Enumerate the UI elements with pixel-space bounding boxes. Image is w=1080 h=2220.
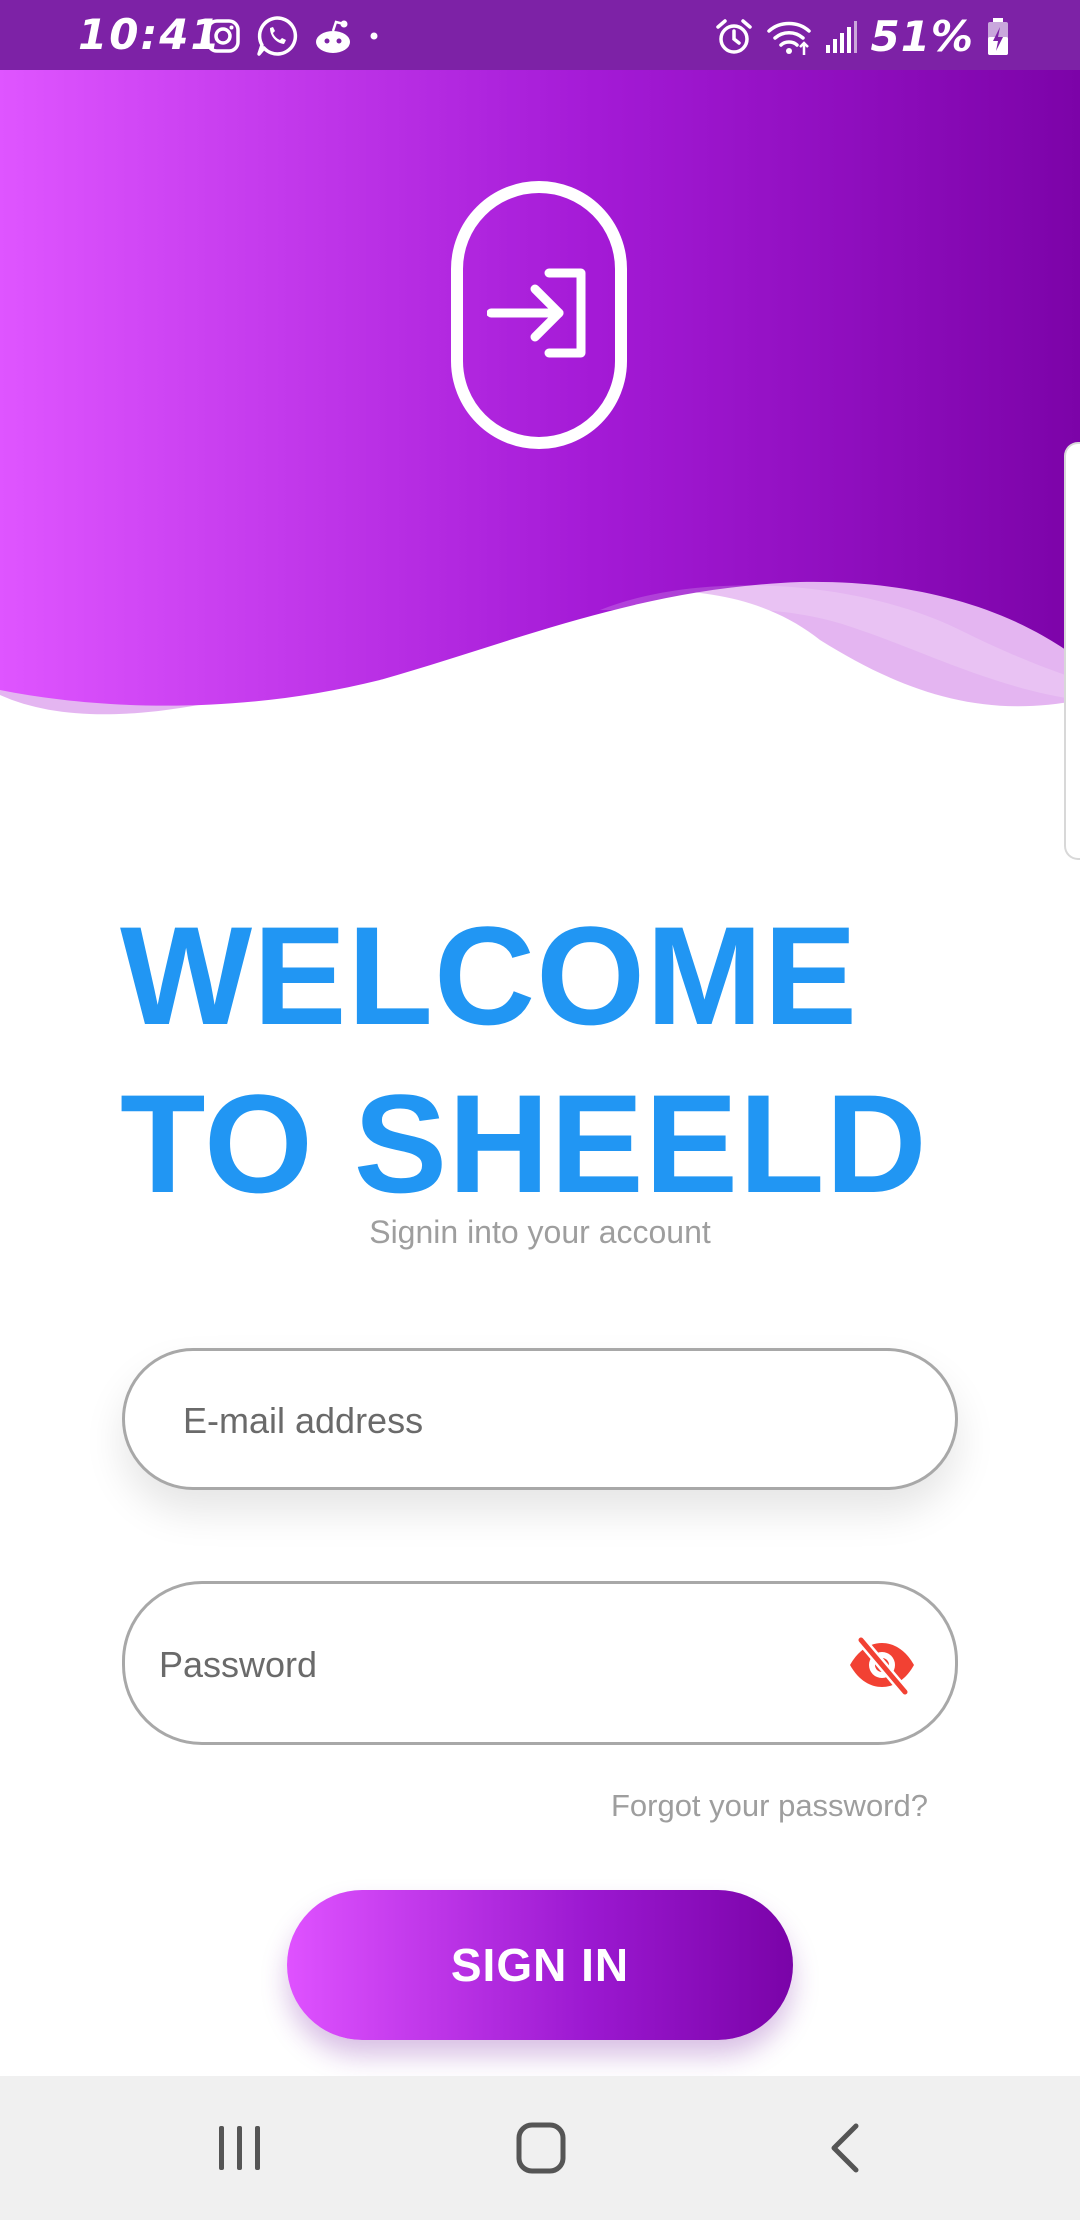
recents-icon xyxy=(219,2126,260,2170)
eye-off-icon xyxy=(850,1635,914,1697)
home-icon xyxy=(516,2122,566,2174)
back-button[interactable] xyxy=(810,2116,880,2180)
login-badge xyxy=(451,181,627,449)
whatsapp-icon xyxy=(257,16,298,56)
sign-in-button[interactable]: SIGN IN xyxy=(287,1890,793,2040)
header-banner xyxy=(0,0,1080,740)
home-button[interactable] xyxy=(506,2116,576,2180)
title-line-1: WELCOME xyxy=(120,897,859,1054)
alarm-icon xyxy=(716,18,753,54)
recents-button[interactable] xyxy=(205,2116,275,2180)
back-icon xyxy=(831,2123,859,2173)
password-visibility-toggle[interactable] xyxy=(847,1634,917,1697)
edge-panel-handle[interactable] xyxy=(1064,442,1080,860)
title-line-2: TO SHEELD xyxy=(120,1065,928,1222)
reddit-icon xyxy=(316,20,350,53)
status-bar: 10:41 51% xyxy=(0,0,1080,70)
email-field-container xyxy=(122,1348,958,1490)
notification-icons xyxy=(205,14,381,58)
password-field-container xyxy=(122,1581,958,1745)
login-icon xyxy=(487,268,586,358)
subtitle: Signin into your account xyxy=(369,1214,711,1250)
navigation-bar xyxy=(0,2076,1080,2220)
wifi-icon xyxy=(767,21,812,55)
page-title: WELCOME TO SHEELD xyxy=(120,892,928,1228)
password-input[interactable] xyxy=(157,1641,821,1689)
battery-percent: 51% xyxy=(870,12,974,61)
forgot-password-link[interactable]: Forgot your password? xyxy=(611,1788,928,1824)
instagram-icon xyxy=(206,19,240,53)
system-status-icons: 51% xyxy=(714,12,1010,61)
battery-charging-icon xyxy=(988,17,1008,55)
dot-icon xyxy=(370,32,378,40)
signal-icon xyxy=(826,20,858,53)
email-input[interactable] xyxy=(181,1397,905,1445)
status-time: 10:41 xyxy=(78,10,222,59)
